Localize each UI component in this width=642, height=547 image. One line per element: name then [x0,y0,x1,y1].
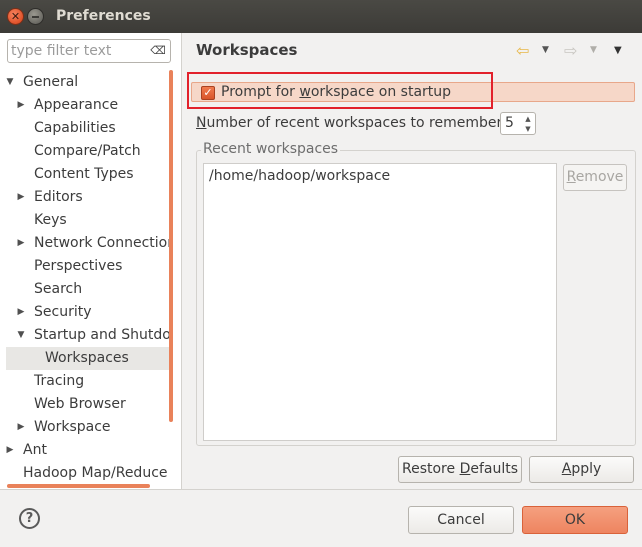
spinner-down-icon[interactable]: ▼ [522,124,534,134]
clear-filter-icon[interactable]: ⌫ [150,44,166,57]
restore-defaults-button[interactable]: Restore Defaults [398,456,522,483]
remove-button[interactable]: Remove [563,164,627,191]
cancel-button[interactable]: Cancel [408,506,514,534]
ok-button[interactable]: OK [522,506,628,534]
tree-item-label: Editors [34,189,83,205]
tree-item[interactable]: Compare/Patch [0,140,170,163]
tree-item[interactable]: Web Browser [0,393,170,416]
horizontal-scrollbar[interactable] [7,484,150,488]
tree-item[interactable]: ▼ General [0,71,170,94]
tree-item-label: General [23,74,79,90]
tree-item[interactable]: Workspaces [6,347,170,370]
tree-item-label: Security [34,304,92,320]
vertical-scrollbar[interactable] [169,70,173,422]
tree-item[interactable]: Tracing [0,370,170,393]
collapsed-arrow-icon[interactable]: ▶ [16,301,26,324]
expanded-arrow-icon[interactable]: ▼ [16,324,26,347]
tree-item[interactable]: ▶ Network Connection [0,232,170,255]
tree-item[interactable]: Search [0,278,170,301]
collapsed-arrow-icon[interactable]: ▶ [16,94,26,117]
tree-item[interactable]: Capabilities [0,117,170,140]
page-title: Workspaces [196,41,298,59]
recent-workspaces-list[interactable]: /home/hadoop/workspace [203,163,557,441]
tree-item-label: Content Types [34,166,134,182]
tree-item-label: Workspace [34,419,111,435]
collapsed-arrow-icon[interactable]: ▶ [16,186,26,209]
tree-item[interactable]: ▶ Appearance [0,94,170,117]
tree-item-label: Search [34,281,83,297]
tree-item[interactable]: ▶ Workspace [0,416,170,439]
tree-item-label: Hadoop Map/Reduce [23,465,168,481]
tree-item-label: Ant [23,442,47,458]
title-bar: ✕ Preferences [0,0,642,33]
view-menu-icon[interactable]: ▼ [614,45,622,56]
minimize-window-button[interactable] [27,8,44,25]
workspaces-page: Workspaces ⇦ ▼ ⇨ ▼ ▼ ✓ Prompt for worksp… [183,33,642,489]
close-window-button[interactable]: ✕ [7,8,24,25]
tree-item[interactable]: Content Types [0,163,170,186]
spinner-up-icon[interactable]: ▲ [522,114,534,124]
filter-box: ⌫ [7,39,171,63]
tree-item[interactable]: Hadoop Map/Reduce [0,462,170,485]
list-item[interactable]: /home/hadoop/workspace [209,168,390,184]
tree-item-label: Workspaces [45,350,129,366]
window-title: Preferences [56,8,151,24]
tree-item-label: Perspectives [34,258,123,274]
tree-item[interactable]: ▶ Ant [0,439,170,462]
tree-item-label: Startup and Shutdown [34,327,170,343]
collapsed-arrow-icon[interactable]: ▶ [16,416,26,439]
tree-item[interactable]: Perspectives [0,255,170,278]
forward-history-dropdown-icon: ▼ [590,45,597,55]
tree-item-label: Network Connection [34,235,170,251]
tree-item-label: Appearance [34,97,119,113]
help-icon[interactable]: ? [19,508,40,529]
tree-item[interactable]: ▼ Startup and Shutdown [0,324,170,347]
prompt-workspace-checkbox[interactable]: ✓ [201,86,215,100]
tree-item-label: Keys [34,212,67,228]
preference-tree-panel: ⌫ ▼ General ▶ Appearance Capabilities Compare… [0,33,182,489]
collapsed-arrow-icon[interactable]: ▶ [5,439,15,462]
tree-item-label: Compare/Patch [34,143,141,159]
back-arrow-icon[interactable]: ⇦ [516,43,534,59]
recent-count-label: Number of recent workspaces to remember: [196,115,507,131]
tree-item-label: Capabilities [34,120,116,136]
expanded-arrow-icon[interactable]: ▼ [5,71,15,94]
recent-workspaces-group-title: Recent workspaces [201,141,341,157]
preferences-dialog: ✕ Preferences ⌫ ▼ General ▶ Appearance Capab… [0,0,642,547]
recent-count-value[interactable]: 5 [505,115,514,131]
forward-arrow-icon: ⇨ [564,41,578,60]
tree-item-label: Tracing [34,373,85,389]
back-history-dropdown-icon[interactable]: ▼ [542,45,549,55]
tree-item[interactable]: Keys [0,209,170,232]
collapsed-arrow-icon[interactable]: ▶ [16,232,26,255]
filter-input[interactable] [11,42,146,60]
footer-divider [0,489,642,490]
tree-item[interactable]: ▶ Security [0,301,170,324]
tree-item[interactable]: ▶ Editors [0,186,170,209]
prompt-workspace-checkbox-row[interactable]: ✓ Prompt for workspace on startup [191,82,635,102]
prompt-workspace-label[interactable]: Prompt for workspace on startup [221,83,451,102]
recent-count-spinner[interactable]: 5 ▲ ▼ [500,112,536,135]
apply-button[interactable]: Apply [529,456,634,483]
tree-item-label: Web Browser [34,396,126,412]
